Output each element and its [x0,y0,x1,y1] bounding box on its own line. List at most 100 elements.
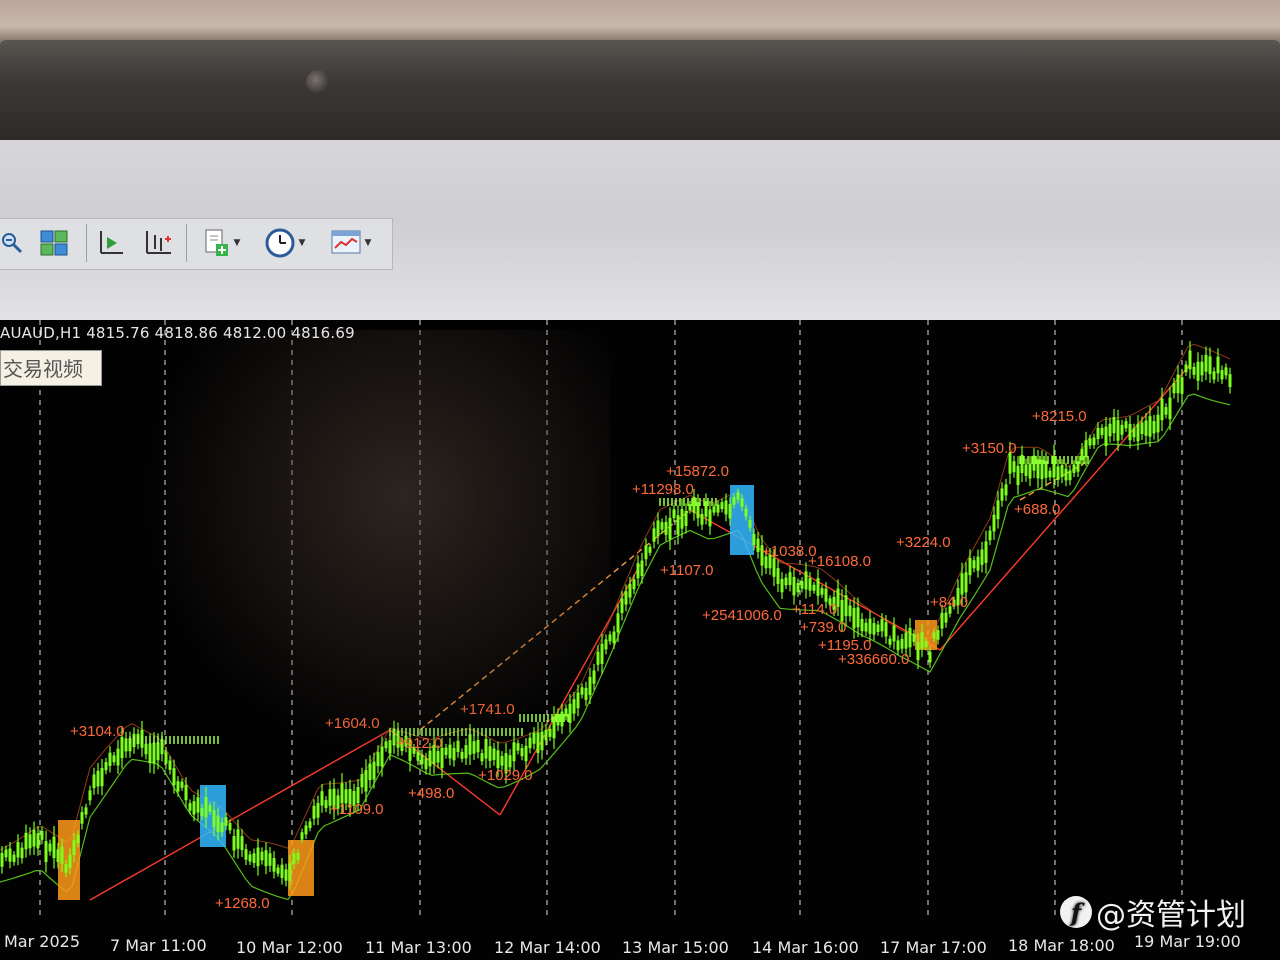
monitor-screen: ▼ ▼ ▼ +3104.0 +1268.0 +1604.0 +1109.0 +912.0… [0,140,1280,960]
candle-body [1184,364,1188,373]
candle-body [868,618,872,634]
candle-body [528,737,532,749]
candle-body [860,619,864,632]
candle-body [248,854,252,862]
chart-shift-icon[interactable] [94,226,128,260]
candle-body [12,854,16,862]
trade-profit-label: +1741.0 [460,701,515,718]
tile-windows-icon[interactable] [38,226,70,260]
candle-body [732,497,736,505]
chevron-down-icon: ▼ [233,238,241,248]
candle-body [1020,454,1024,474]
candle-body [188,803,192,811]
candle-body [936,630,940,640]
candle-body [1068,470,1072,481]
candle-body [360,774,364,788]
candle-body [620,598,624,614]
trade-profit-label: +739.0 [800,619,846,636]
candle-body [444,747,448,755]
trade-profit-label: +1268.0 [215,895,270,912]
templates-icon[interactable]: ▼ [326,226,376,260]
candle-body [596,651,600,665]
trade-profit-label: +11298.0 [632,481,694,498]
zoom-out-icon[interactable] [0,226,24,260]
candle-body [376,752,380,767]
period-clock-icon[interactable]: ▼ [260,226,310,260]
candle-body [552,716,556,739]
time-axis-label: 11 Mar 13:00 [365,938,472,957]
autoscroll-icon[interactable] [140,226,176,260]
candle-body [1048,470,1052,478]
candle-body [1056,466,1060,480]
candle-body [1144,420,1148,436]
trade-profit-label: +912.0 [396,735,442,752]
candle-body [116,748,120,766]
trade-profit-label: +84.0 [930,594,968,611]
candle-body [1004,484,1008,496]
candle-body [1216,356,1220,374]
candle-body [924,641,928,648]
candle-body [208,805,212,812]
candle-body [100,768,104,787]
candle-body [92,774,96,789]
candle-body [8,848,12,862]
candle-body [172,768,176,786]
candle-body [1032,455,1036,471]
candle-body [984,541,988,563]
candle-body [728,503,732,519]
price-chart-area[interactable]: +3104.0 +1268.0 +1604.0 +1109.0 +912.0 +498.0… [0,320,1280,960]
candle-body [124,738,128,752]
candle-body [0,852,4,867]
candle-body [1176,374,1180,394]
candle-body [964,572,968,593]
candle-body [292,853,296,864]
candle-body [40,830,44,840]
candle-body [604,639,608,650]
candle-body [448,744,452,759]
candle-body [1088,438,1092,446]
candle-body [32,829,36,847]
candle-body [296,853,300,861]
candle-body [28,834,32,849]
trade-profit-label: +336660.0 [838,651,909,668]
add-indicator-icon[interactable]: ▼ [196,226,246,260]
candle-body [508,755,512,768]
candle-body [944,612,948,623]
candle-body [1168,397,1172,420]
candle-body [240,836,244,851]
candle-body [788,572,792,586]
candle-body [644,545,648,560]
candle-body [108,752,112,766]
candle-body [908,627,912,648]
candle-body [864,622,868,632]
candle-body [36,833,40,849]
candle-body [488,746,492,761]
candle-body [988,530,992,541]
watermark: f @资管计划 [1060,890,1246,934]
candle-body [664,521,668,535]
candle-body [24,832,28,850]
time-axis-label: 19 Mar 19:00 [1134,932,1241,951]
candle-body [872,623,876,635]
candle-body [708,509,712,527]
candle-body [284,869,288,881]
candle-body [752,533,756,545]
candle-body [244,849,248,860]
price-chart[interactable]: +3104.0 +1268.0 +1604.0 +1109.0 +912.0 +498.0… [0,320,1280,960]
candle-body [656,520,660,537]
candle-body [1112,416,1116,434]
candle-body [756,538,760,552]
candle-body [1128,424,1132,441]
candle-body [796,583,800,593]
candle-body [232,836,236,851]
candle-body [1224,367,1228,376]
time-axis-label: Mar 2025 [4,932,80,951]
candle-body [1024,464,1028,476]
candle-body [220,822,224,833]
candle-body [192,801,196,815]
candle-body [636,563,640,579]
candle-body [1204,354,1208,372]
candle-body [560,711,564,727]
candle-body [600,643,604,664]
monitor-bezel [0,40,1280,148]
